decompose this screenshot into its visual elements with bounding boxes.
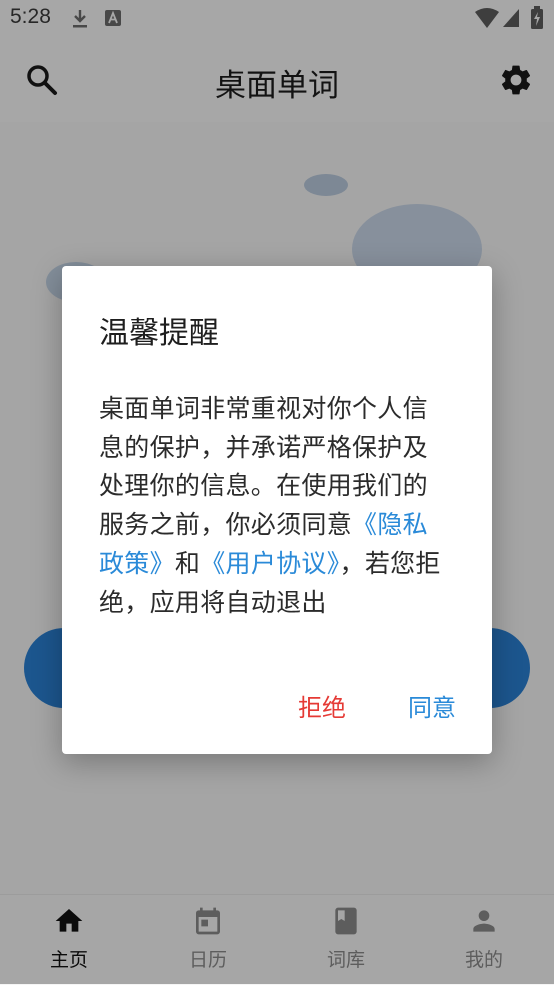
privacy-dialog: 温馨提醒 桌面单词非常重视对你个人信息的保护，并承诺严格保护及处理你的信息。在使…	[62, 266, 492, 754]
app-screen: 5:28 桌面单词 主页 日历 词库 我的 温馨提醒 桌面单词非常重视对你个人信…	[0, 0, 554, 985]
dialog-body: 桌面单词非常重视对你个人信息的保护，并承诺严格保护及处理你的信息。在使用我们的服…	[99, 390, 445, 622]
reject-button[interactable]: 拒绝	[298, 688, 346, 723]
user-agreement-link[interactable]: 《用户协议》	[200, 549, 339, 578]
dialog-title: 温馨提醒	[99, 316, 219, 351]
agree-button[interactable]: 同意	[408, 688, 456, 723]
dialog-body-conjunction: 和	[174, 548, 201, 578]
